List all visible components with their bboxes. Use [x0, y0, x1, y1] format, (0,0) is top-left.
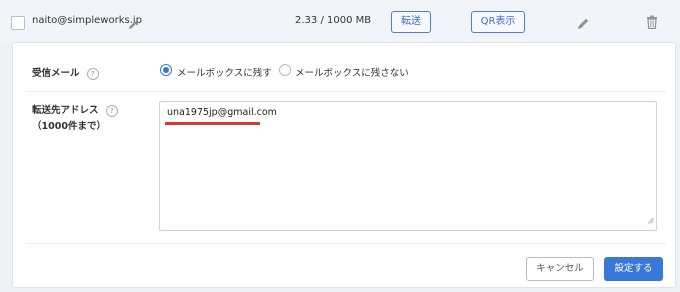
edit-email-pencil-icon[interactable]	[128, 15, 138, 34]
forward-address-text: 転送先アドレス	[32, 105, 99, 116]
save-settings-button[interactable]: 設定する	[604, 257, 663, 281]
keep-in-mailbox-radio[interactable]	[160, 64, 172, 76]
forward-limit-note: （1000件まで）	[32, 121, 106, 132]
not-keep-in-mailbox-radio[interactable]	[279, 64, 291, 76]
divider	[26, 91, 666, 92]
resize-handle-icon[interactable]	[647, 209, 654, 228]
divider	[26, 243, 666, 244]
select-checkbox[interactable]	[11, 16, 25, 30]
forward-address-value: una1975jp@gmail.com	[167, 107, 277, 118]
edit-pencil-icon[interactable]	[577, 15, 590, 34]
receive-mail-label: 受信メール ?	[32, 65, 99, 80]
help-icon[interactable]: ?	[105, 104, 118, 117]
account-row: naito@simpleworks.jp 2.33 / 1000 MB 転送 Q…	[0, 0, 680, 42]
settings-panel: 受信メール ? メールボックスに残す メールボックスに残さない 転送先アドレス …	[12, 42, 676, 288]
qr-display-button[interactable]: QR表示	[471, 11, 525, 33]
cancel-button[interactable]: キャンセル	[526, 257, 594, 281]
receive-mail-text: 受信メール	[32, 68, 80, 79]
not-keep-in-mailbox-label[interactable]: メールボックスに残さない	[295, 65, 409, 79]
storage-usage: 2.33 / 1000 MB	[295, 15, 372, 26]
forward-address-textarea[interactable]: una1975jp@gmail.com	[159, 101, 657, 231]
account-email: naito@simpleworks.jp	[32, 15, 143, 26]
keep-in-mailbox-label[interactable]: メールボックスに残す	[177, 65, 272, 79]
forward-address-label: 転送先アドレス ? （1000件まで）	[32, 103, 118, 135]
forward-button[interactable]: 転送	[391, 11, 431, 33]
trash-icon[interactable]	[646, 14, 658, 33]
highlight-underline	[165, 122, 260, 125]
help-icon[interactable]: ?	[86, 67, 99, 80]
